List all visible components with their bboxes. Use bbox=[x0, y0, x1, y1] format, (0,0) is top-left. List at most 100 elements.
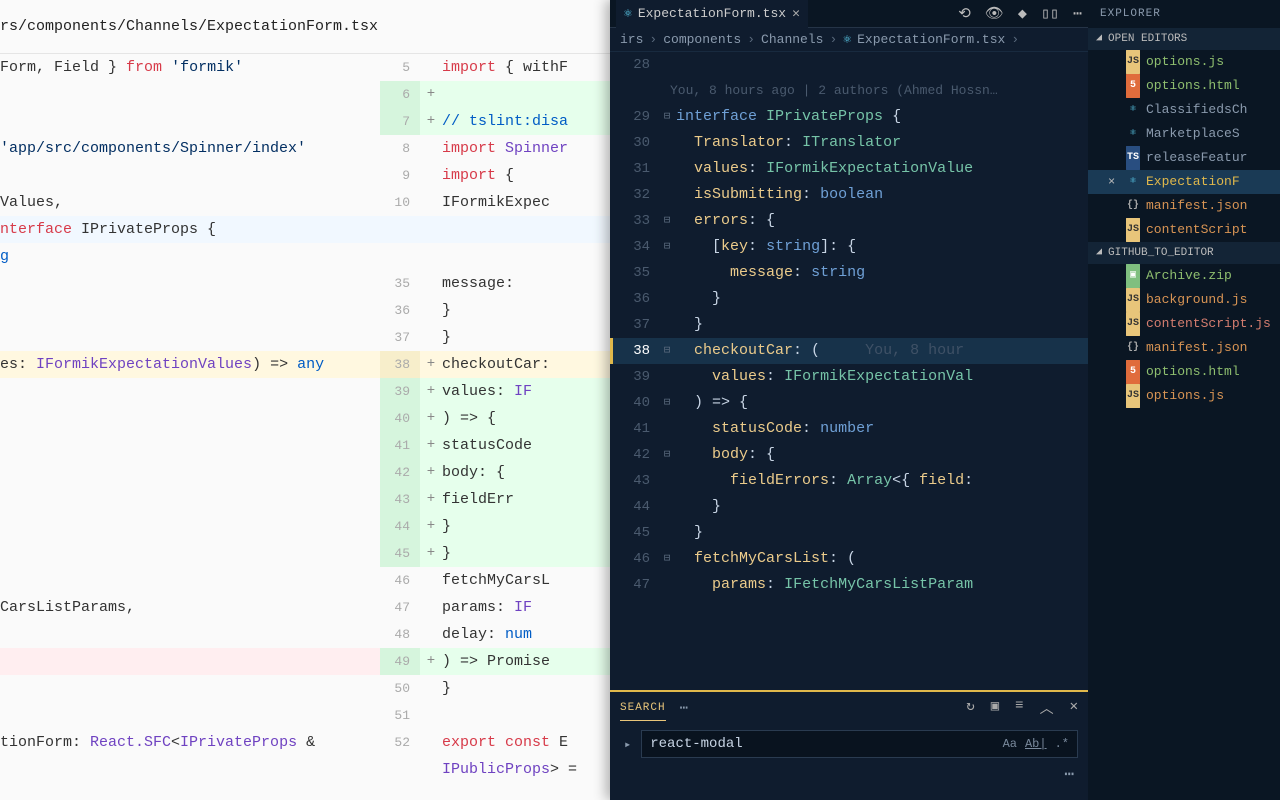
sidebar-item[interactable]: {}manifest.json bbox=[1088, 336, 1280, 360]
sidebar-item[interactable]: ×⚛ExpectationF bbox=[1088, 170, 1280, 194]
regex-icon[interactable]: .* bbox=[1055, 737, 1069, 751]
fold-icon[interactable] bbox=[658, 572, 676, 598]
fold-icon[interactable]: ⊟ bbox=[658, 338, 676, 364]
editor-line[interactable]: 39 values: IFormikExpectationVal bbox=[610, 364, 1088, 390]
chevron-right-icon: › bbox=[747, 32, 755, 47]
close-icon[interactable]: ✕ bbox=[1070, 698, 1078, 718]
diff-row-left bbox=[0, 648, 380, 675]
fold-icon[interactable] bbox=[658, 416, 676, 442]
more-icon[interactable]: ⋯ bbox=[1073, 4, 1082, 23]
editor-line[interactable]: 28 bbox=[610, 52, 1088, 78]
fold-icon[interactable]: ⊟ bbox=[658, 234, 676, 260]
sidebar-item[interactable]: 5options.html bbox=[1088, 360, 1280, 384]
close-icon[interactable]: × bbox=[1108, 170, 1120, 194]
editor-line[interactable]: 43 fieldErrors: Array<{ field: bbox=[610, 468, 1088, 494]
file-name: options.js bbox=[1146, 384, 1224, 408]
fold-icon[interactable] bbox=[658, 156, 676, 182]
more-icon[interactable]: ⋯ bbox=[680, 700, 688, 717]
breadcrumb-segment[interactable]: Channels bbox=[761, 32, 823, 47]
search-input[interactable] bbox=[650, 736, 1002, 752]
sidebar-item[interactable]: JScontentScript bbox=[1088, 218, 1280, 242]
split-icon[interactable]: ▯▯ bbox=[1041, 4, 1059, 23]
sidebar-section-header[interactable]: ◢GITHUB_TO_EDITOR bbox=[1088, 242, 1280, 264]
chevron-up-icon[interactable]: ︿ bbox=[1040, 698, 1054, 718]
editor-line[interactable]: 41 statusCode: number bbox=[610, 416, 1088, 442]
search-tab-label[interactable]: SEARCH bbox=[620, 696, 666, 721]
editor-line[interactable]: 29⊟interface IPrivateProps { bbox=[610, 104, 1088, 130]
refresh-icon[interactable]: ↻ bbox=[966, 698, 974, 718]
clear-icon[interactable]: ▣ bbox=[991, 698, 999, 718]
fold-icon[interactable]: ⊟ bbox=[658, 390, 676, 416]
file-icon: ⚛ bbox=[1126, 170, 1140, 194]
fold-icon[interactable] bbox=[658, 520, 676, 546]
editor-line[interactable]: 45 } bbox=[610, 520, 1088, 546]
fold-icon[interactable]: ⊟ bbox=[658, 208, 676, 234]
fold-icon[interactable] bbox=[658, 364, 676, 390]
editor-tabs: ⚛ ExpectationForm.tsx ✕ ⟲ 👁 ◆ ▯▯ ⋯ bbox=[610, 0, 1088, 28]
diff-row-left bbox=[0, 540, 380, 567]
fold-icon[interactable] bbox=[658, 468, 676, 494]
fold-icon[interactable] bbox=[658, 260, 676, 286]
fold-icon[interactable] bbox=[658, 130, 676, 156]
sidebar-item[interactable]: ▣Archive.zip bbox=[1088, 264, 1280, 288]
editor-line[interactable]: 33⊟ errors: { bbox=[610, 208, 1088, 234]
diff-row-left: g bbox=[0, 243, 380, 270]
sidebar-item[interactable]: JSoptions.js bbox=[1088, 50, 1280, 74]
diff-row-left bbox=[0, 459, 380, 486]
whole-word-icon[interactable]: Ab| bbox=[1025, 737, 1047, 751]
editor-line[interactable]: 34⊟ [key: string]: { bbox=[610, 234, 1088, 260]
fold-icon[interactable]: ⊟ bbox=[658, 104, 676, 130]
breadcrumb-segment[interactable]: irs bbox=[620, 32, 643, 47]
tab-expectationform[interactable]: ⚛ ExpectationForm.tsx ✕ bbox=[616, 0, 808, 28]
file-name: ExpectationF bbox=[1146, 170, 1240, 194]
compare-icon[interactable]: ⟲ bbox=[958, 4, 971, 23]
fold-icon[interactable] bbox=[658, 52, 676, 78]
diff-row-left: CarsListParams, bbox=[0, 594, 380, 621]
diff-icon[interactable]: ◆ bbox=[1018, 4, 1027, 23]
tab-actions: ⟲ 👁 ◆ ▯▯ ⋯ bbox=[958, 4, 1082, 23]
sidebar-item[interactable]: ⚛MarketplaceS bbox=[1088, 122, 1280, 146]
sidebar-item[interactable]: {}manifest.json bbox=[1088, 194, 1280, 218]
editor-line[interactable]: 46⊟ fetchMyCarsList: ( bbox=[610, 546, 1088, 572]
fold-icon[interactable] bbox=[658, 494, 676, 520]
fold-icon[interactable] bbox=[658, 286, 676, 312]
more-icon[interactable]: ⋯ bbox=[610, 764, 1088, 784]
editor-line[interactable]: 47 params: IFetchMyCarsListParam bbox=[610, 572, 1088, 598]
close-icon[interactable]: ✕ bbox=[792, 6, 800, 21]
editor-body[interactable]: 28You, 8 hours ago | 2 authors (Ahmed Ho… bbox=[610, 52, 1088, 690]
diff-row-left bbox=[0, 432, 380, 459]
file-icon: JS bbox=[1126, 312, 1140, 336]
file-name: options.html bbox=[1146, 74, 1240, 98]
sidebar-title: EXPLORER bbox=[1088, 0, 1280, 28]
breadcrumbs[interactable]: irs › components › Channels › ⚛ Expectat… bbox=[610, 28, 1088, 52]
sidebar-item[interactable]: JSbackground.js bbox=[1088, 288, 1280, 312]
editor-line[interactable]: 44 } bbox=[610, 494, 1088, 520]
sidebar-item[interactable]: TSreleaseFeatur bbox=[1088, 146, 1280, 170]
breadcrumb-segment[interactable]: components bbox=[663, 32, 741, 47]
toggle-replace-icon[interactable]: ▸ bbox=[624, 737, 631, 752]
sidebar-section-header[interactable]: ◢OPEN EDITORS bbox=[1088, 28, 1280, 50]
sidebar-item[interactable]: JSoptions.js bbox=[1088, 384, 1280, 408]
fold-icon[interactable] bbox=[658, 182, 676, 208]
preview-icon[interactable]: 👁 bbox=[985, 4, 1004, 23]
match-case-icon[interactable]: Aa bbox=[1003, 737, 1017, 751]
fold-icon[interactable]: ⊟ bbox=[658, 546, 676, 572]
collapse-icon[interactable]: ≡ bbox=[1015, 698, 1023, 718]
editor-line[interactable]: 35 message: string bbox=[610, 260, 1088, 286]
fold-icon[interactable]: ⊟ bbox=[658, 442, 676, 468]
editor-line[interactable]: 32 isSubmitting: boolean bbox=[610, 182, 1088, 208]
editor-line[interactable]: 30 Translator: ITranslator bbox=[610, 130, 1088, 156]
editor-line[interactable]: 42⊟ body: { bbox=[610, 442, 1088, 468]
editor-line[interactable]: 40⊟ ) => { bbox=[610, 390, 1088, 416]
sidebar-item[interactable]: ⚛ClassifiedsCh bbox=[1088, 98, 1280, 122]
editor-line[interactable]: 38⊟ checkoutCar: ( You, 8 hour bbox=[610, 338, 1088, 364]
fold-icon[interactable] bbox=[658, 312, 676, 338]
breadcrumb-segment[interactable]: ExpectationForm.tsx bbox=[857, 32, 1005, 47]
sidebar-item[interactable]: JScontentScript.js bbox=[1088, 312, 1280, 336]
sidebar-item[interactable]: 5options.html bbox=[1088, 74, 1280, 98]
editor-line[interactable]: 37 } bbox=[610, 312, 1088, 338]
editor-line[interactable]: 36 } bbox=[610, 286, 1088, 312]
diff-row-left bbox=[0, 108, 380, 135]
file-icon: ▣ bbox=[1126, 264, 1140, 288]
editor-line[interactable]: 31 values: IFormikExpectationValue bbox=[610, 156, 1088, 182]
